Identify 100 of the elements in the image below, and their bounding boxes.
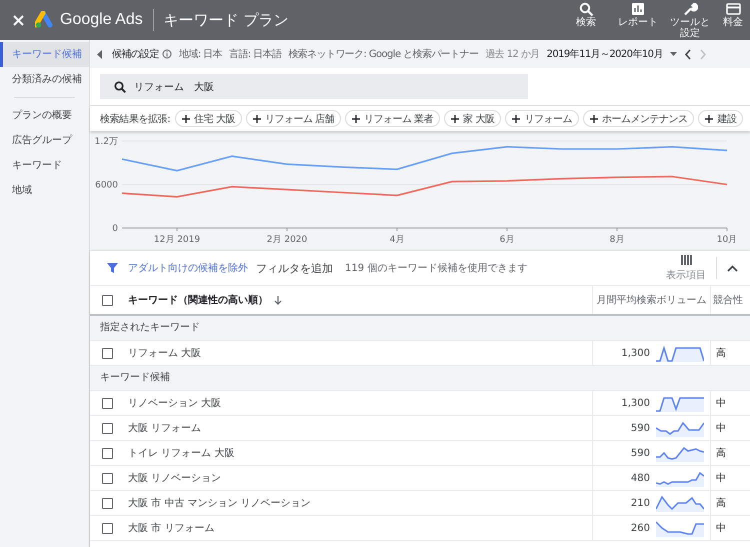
sparkline [656, 420, 704, 436]
checkbox[interactable] [102, 348, 113, 358]
keyword-cell-text: リノベーション 大阪 [128, 396, 222, 410]
columns-icon [680, 254, 692, 264]
keyword-chip[interactable]: リフォーム 業者 [345, 110, 440, 127]
checkbox[interactable] [102, 448, 113, 458]
column-header[interactable]: 競合性 [710, 286, 750, 314]
plus-icon [705, 114, 714, 122]
collapse-icon[interactable] [96, 48, 103, 60]
keyword-chip[interactable]: リフォーム 店舗 [246, 110, 342, 127]
volume-cell: 260 [630, 522, 650, 534]
logo-text: Google Ads [60, 11, 143, 29]
plus-icon [182, 114, 190, 122]
sidebar-item[interactable]: 分類済みの候補 [0, 67, 89, 92]
credit-card-icon [726, 2, 740, 17]
plus-icon [512, 114, 520, 122]
keyword-cell-text: 大阪 市 中古 マンション リノベーション [128, 496, 311, 510]
volume-cell: 590 [630, 448, 650, 458]
plus-icon [590, 114, 598, 122]
column-header[interactable]: キーワード（関連性の高い順） [128, 293, 268, 307]
keyword-cell-text: トイレ リフォーム 大阪 [128, 446, 234, 460]
group-header: 指定されたキーワード [90, 316, 750, 341]
period-label: 過去 12 か月 [485, 48, 540, 61]
axis-label: 6月 [500, 235, 514, 245]
sidebar-item[interactable]: プランの概要 [0, 103, 89, 128]
expand-label: 検索結果を拡張: [100, 112, 170, 126]
competition-cell: 中 [710, 516, 750, 540]
keyword-chip[interactable]: リフォーム [505, 110, 579, 127]
volume-cell: 210 [630, 498, 650, 508]
axis-label: 10月 [716, 235, 738, 245]
volume-cell: 480 [630, 472, 650, 484]
sort-arrow-icon[interactable] [274, 296, 282, 304]
sidebar-item[interactable]: 広告グループ [0, 128, 89, 153]
date-range[interactable]: 2019年11月～2020年10月 [546, 47, 663, 61]
search-icon [114, 81, 126, 93]
checkbox[interactable] [102, 498, 113, 508]
collapse-icon[interactable] [727, 264, 738, 272]
axis-label: 6000 [95, 180, 118, 190]
columns-button[interactable]: 表示項目 [664, 254, 708, 282]
filter-icon[interactable] [107, 263, 118, 273]
plus-icon [352, 114, 360, 122]
keyword-cell-text: 大阪 リフォーム [128, 422, 202, 435]
sparkline [656, 344, 704, 362]
previous-icon[interactable] [684, 48, 692, 60]
volume-cell: 590 [630, 422, 650, 434]
sparkline [656, 394, 704, 412]
keyword-chip[interactable]: 住宅 大阪 [175, 110, 242, 127]
checkbox[interactable] [102, 522, 113, 534]
add-filter-button[interactable]: フィルタを追加 [256, 260, 333, 276]
axis-label: 4月 [390, 235, 404, 245]
keyword-count: 119 個のキーワード候補を使用できます [345, 262, 528, 275]
checkbox[interactable] [102, 422, 113, 434]
volume-cell: 1,300 [621, 348, 650, 358]
axis-label: 1.2万 [94, 137, 118, 147]
sparkline [656, 494, 704, 512]
info-icon[interactable] [162, 49, 172, 59]
wrench-icon [682, 2, 698, 17]
toolbar-button[interactable]: レポート [612, 2, 664, 28]
page-title: キーワード プラン [164, 10, 289, 30]
keyword-chip[interactable]: ホームメンテナンス [582, 110, 694, 127]
sidebar-item[interactable]: キーワード [0, 153, 89, 178]
filter-chip[interactable]: アダルト向けの候補を除外 [128, 261, 248, 275]
network-setting[interactable]: 検索ネットワーク: Google と検索パートナー [288, 47, 478, 61]
logo-icon [35, 11, 53, 29]
competition-cell: 中 [710, 466, 750, 490]
column-header[interactable]: 月間平均検索ボリューム [592, 286, 710, 314]
competition-cell: 中 [710, 391, 750, 415]
axis-label: 8月 [610, 235, 624, 245]
competition-cell: 高 [710, 441, 750, 465]
checkbox[interactable] [102, 398, 113, 408]
sidebar-item[interactable]: 地域 [0, 178, 89, 203]
volume-cell: 1,300 [621, 398, 650, 408]
close-icon[interactable] [12, 14, 25, 26]
toolbar-button[interactable]: 料金 [716, 2, 750, 28]
checkbox[interactable] [102, 472, 113, 484]
search-field[interactable]: リフォーム 大阪 [100, 74, 528, 99]
axis-label: 2月 2020 [266, 235, 308, 245]
sparkline [656, 444, 704, 462]
language-setting[interactable]: 言語: 日本語 [228, 47, 282, 61]
keyword-chip[interactable]: 家 大阪 [444, 110, 502, 127]
keyword-cell-text: 大阪 リノベーション [128, 472, 222, 485]
checkbox[interactable] [102, 294, 113, 306]
competition-cell: 高 [710, 491, 750, 515]
toolbar-button[interactable]: 検索 [560, 2, 612, 28]
dropdown-caret-icon[interactable] [670, 52, 677, 56]
toolbar-button[interactable]: ツールと設定 [664, 2, 716, 39]
sparkline [656, 520, 704, 536]
plus-icon [252, 114, 261, 122]
competition-cell: 中 [710, 416, 750, 440]
plus-icon [451, 114, 460, 122]
sidebar-item[interactable]: キーワード候補 [0, 42, 89, 67]
settings-label[interactable]: 候補の設定 [112, 47, 160, 61]
sparkline [656, 470, 704, 486]
location-setting[interactable]: 地域: 日本 [179, 47, 222, 61]
keyword-cell-text: リフォーム 大阪 [128, 346, 202, 360]
search-icon [578, 2, 594, 17]
keyword-cell-text: 大阪 市 リフォーム [128, 522, 214, 535]
competition-cell: 高 [710, 341, 750, 365]
keyword-chip[interactable]: 建設 [698, 110, 744, 127]
axis-label: 0 [112, 224, 118, 234]
